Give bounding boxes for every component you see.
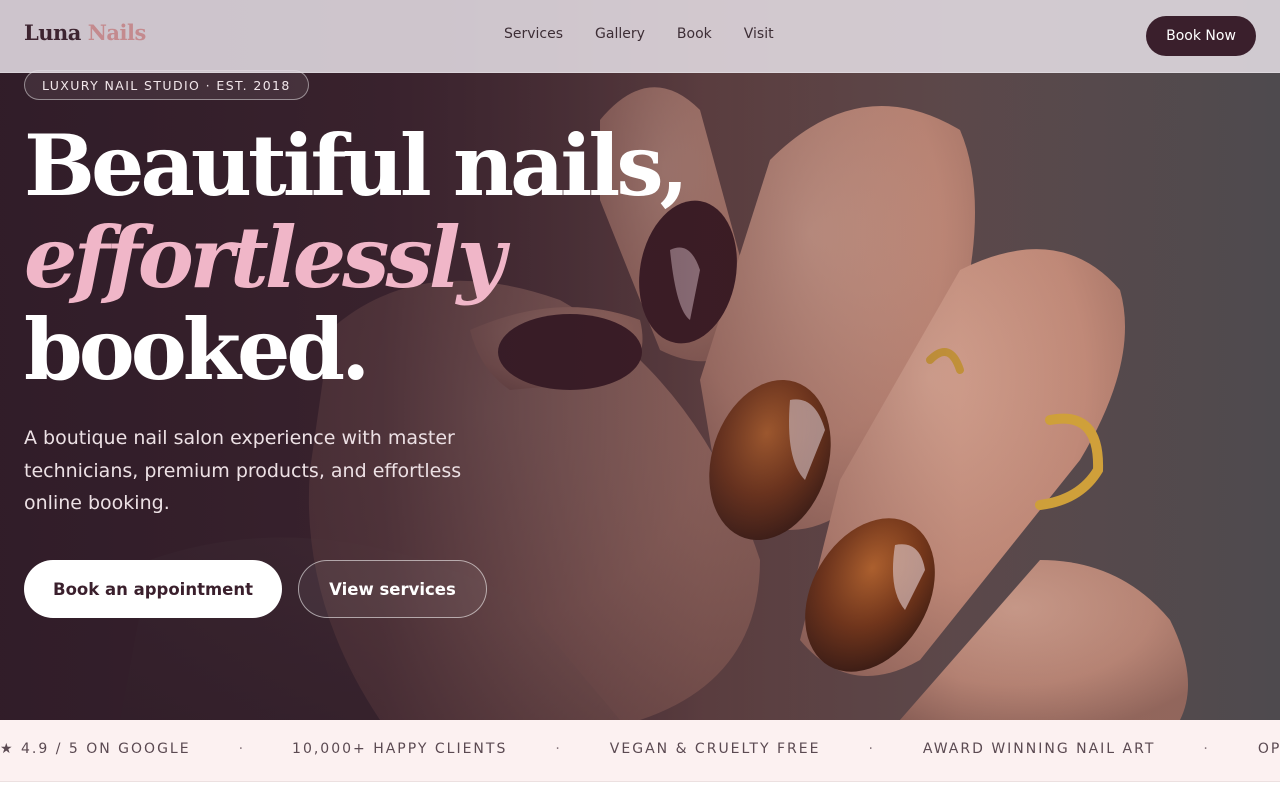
view-services-button[interactable]: View services <box>298 560 487 618</box>
headline-line-1: Beautiful nails, <box>24 116 689 215</box>
marquee-track: ★ 4.9 / 5 ON GOOGLE · 10,000+ HAPPY CLIE… <box>0 741 1280 757</box>
nav-links: Services Gallery Book Visit <box>504 26 774 42</box>
logo-text-primary: Luna <box>24 20 81 45</box>
nav-link-services[interactable]: Services <box>504 26 563 42</box>
marquee-item-rating: ★ 4.9 / 5 ON GOOGLE <box>0 741 191 757</box>
marquee-item-award: AWARD WINNING NAIL ART <box>922 741 1156 757</box>
hero-subtitle: A boutique nail salon experience with ma… <box>24 427 462 514</box>
hero-headline: Beautiful nails, effortlessly booked. <box>24 116 689 399</box>
book-now-button[interactable]: Book Now <box>1146 16 1256 56</box>
marquee-item-hours: OPEN 7 DAYS <box>1257 741 1280 757</box>
hero-section: LUXURY NAIL STUDIO · EST. 2018 Beautiful… <box>0 0 1280 720</box>
marquee-separator: · <box>555 741 562 757</box>
logo[interactable]: Luna Nails <box>24 20 146 45</box>
logo-text-accent: Nails <box>87 20 147 45</box>
marquee-item-vegan: VEGAN & CRUELTY FREE <box>609 741 821 757</box>
marquee-separator: · <box>1203 741 1210 757</box>
top-navigation: Luna Nails Services Gallery Book Visit B… <box>0 0 1280 73</box>
marquee-separator: · <box>238 741 246 757</box>
book-appointment-button[interactable]: Book an appointment <box>24 560 282 618</box>
headline-line-3: booked. <box>24 300 370 399</box>
studio-badge: LUXURY NAIL STUDIO · EST. 2018 <box>24 70 309 100</box>
nav-link-gallery[interactable]: Gallery <box>595 26 645 42</box>
marquee-separator: · <box>868 741 875 757</box>
nav-link-book[interactable]: Book <box>677 26 712 42</box>
headline-line-2: effortlessly <box>24 208 505 307</box>
marquee-item-clients: 10,000+ HAPPY CLIENTS <box>292 741 508 757</box>
trust-marquee: ★ 4.9 / 5 ON GOOGLE · 10,000+ HAPPY CLIE… <box>0 720 1280 782</box>
nav-link-visit[interactable]: Visit <box>744 26 774 42</box>
